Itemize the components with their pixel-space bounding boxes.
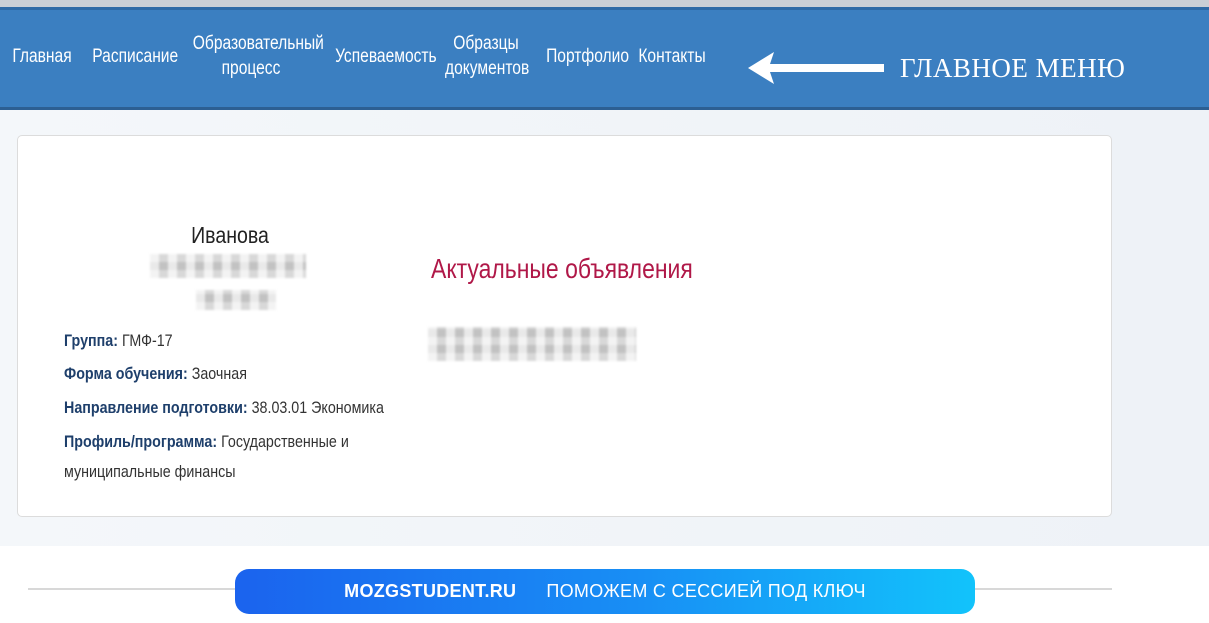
nav-item-educational-process[interactable]: Образовательный процесс (193, 31, 324, 81)
redacted-detail (196, 290, 276, 310)
info-direction-label: Направление подготовки: (64, 398, 248, 417)
divider (28, 588, 238, 590)
info-study-form-label: Форма обучения: (64, 364, 188, 383)
redacted-announcement[interactable] (428, 327, 636, 361)
info-group: Группа: ГМФ-17 (64, 325, 173, 357)
nav-item-grades[interactable]: Успеваемость (335, 44, 437, 69)
main-menu-annotation: ГЛАВНОЕ МЕНЮ (900, 53, 1126, 83)
info-study-form-value: Заочная (191, 364, 247, 383)
info-direction: Направление подготовки: 38.03.01 Экономи… (64, 392, 384, 424)
nav-item-schedule[interactable]: Расписание (92, 44, 178, 69)
promo-brand: MOZGSTUDENT.RU (344, 581, 517, 601)
nav-item-document-samples[interactable]: Образцы документов (445, 31, 529, 81)
main-menu: Главная Расписание Образовательный проце… (0, 7, 1209, 110)
arrow-left-icon (748, 52, 884, 84)
info-group-label: Группа: (64, 331, 118, 350)
info-profile-label: Профиль/программа: (64, 432, 218, 451)
promo-tagline: ПОМОЖЕМ С СЕССИЕЙ ПОД КЛЮЧ (546, 581, 866, 601)
info-group-value: ГМФ-17 (121, 331, 173, 350)
promo-banner[interactable]: MOZGSTUDENT.RU ПОМОЖЕМ С СЕССИЕЙ ПОД КЛЮ… (235, 569, 975, 614)
info-profile: Профиль/программа: Государственные и (64, 426, 349, 458)
nav-item-contacts[interactable]: Контакты (638, 44, 707, 69)
student-surname: Иванова (191, 222, 269, 248)
nav-item-main[interactable]: Главная (4, 44, 79, 69)
divider (972, 588, 1112, 590)
info-profile-value: Государственные и (221, 432, 349, 451)
info-profile-continuation: муниципальные финансы (64, 462, 236, 481)
nav-item-portfolio[interactable]: Портфолио (546, 44, 629, 69)
announcements-title: Актуальные объявления (431, 253, 693, 284)
info-study-form: Форма обучения: Заочная (64, 358, 247, 390)
redacted-name (150, 254, 306, 278)
info-direction-value: 38.03.01 Экономика (251, 398, 384, 417)
top-strip (0, 0, 1209, 7)
